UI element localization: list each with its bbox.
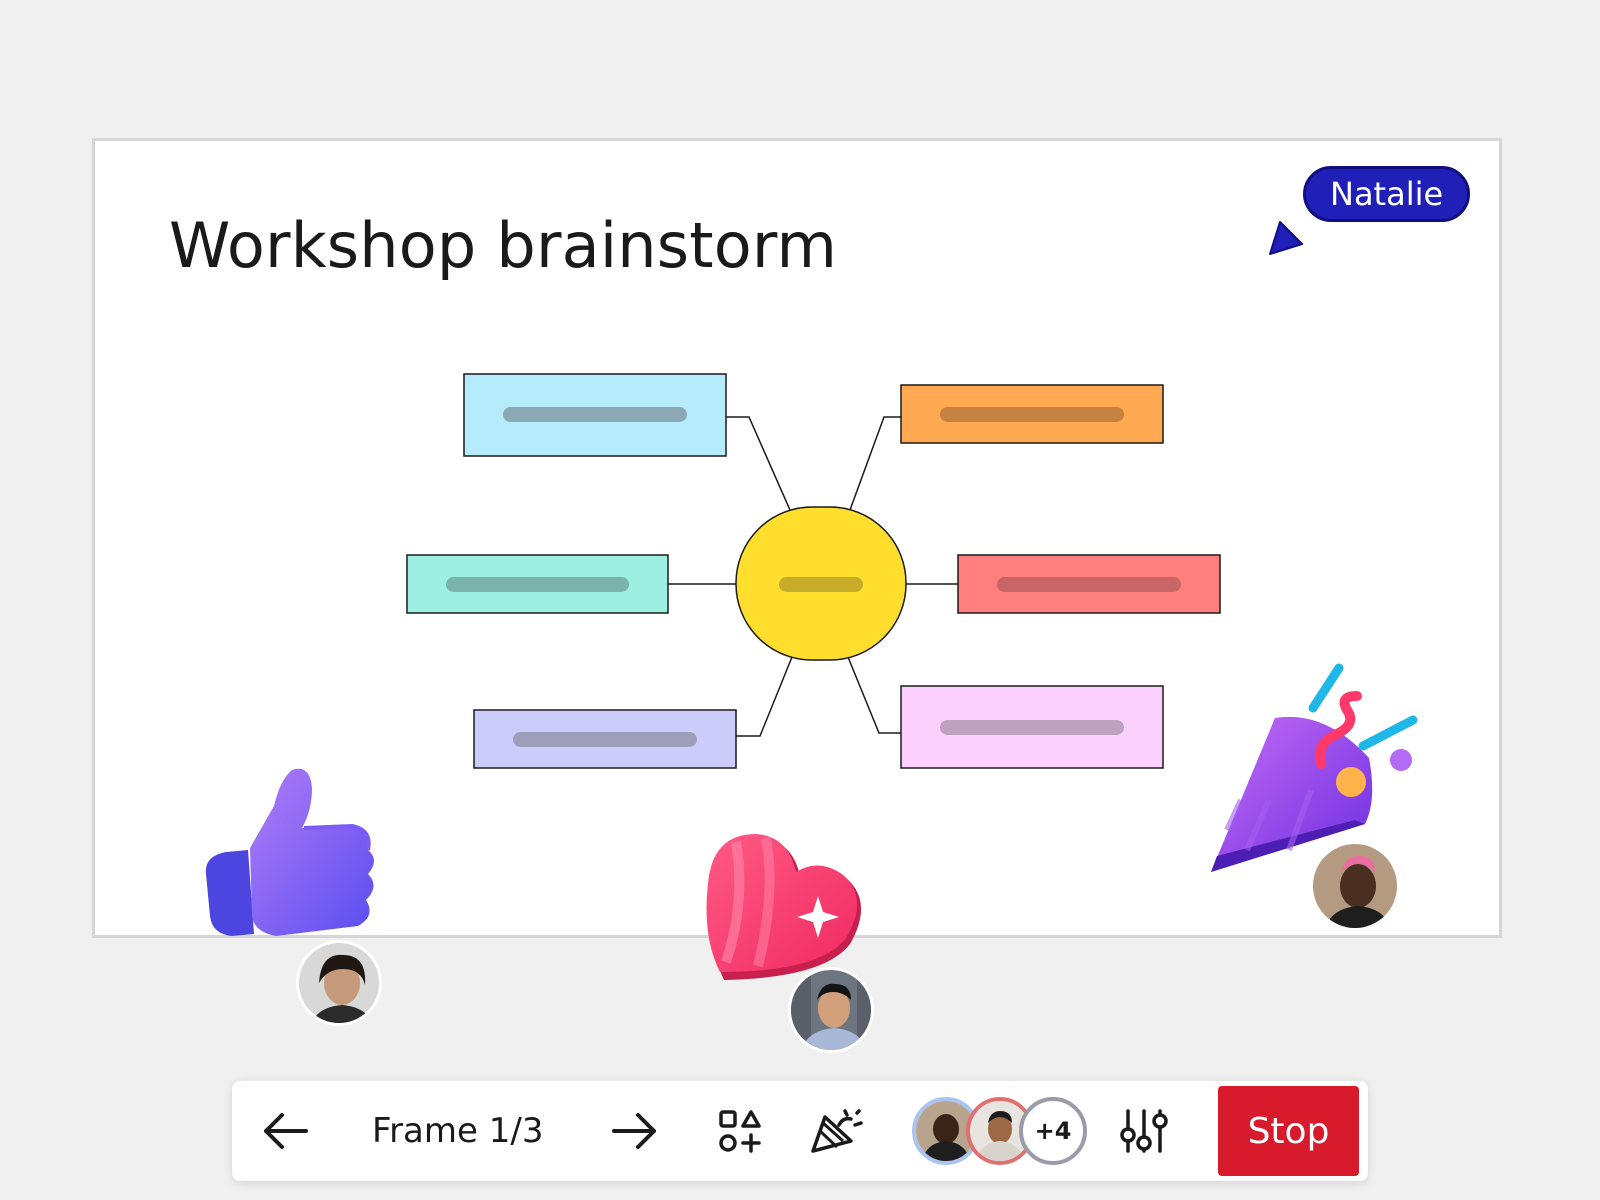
next-frame-button[interactable] bbox=[602, 1081, 666, 1181]
connector-line bbox=[847, 656, 901, 734]
cursor-arrow-icon bbox=[1269, 221, 1303, 255]
avatar bbox=[296, 940, 382, 1026]
arrow-left-icon bbox=[264, 1113, 308, 1149]
thumbs-up-icon bbox=[205, 768, 374, 936]
shapes-button[interactable] bbox=[708, 1081, 772, 1181]
connector-line bbox=[726, 416, 791, 511]
mind-map-node[interactable] bbox=[473, 709, 737, 769]
mind-map-node[interactable] bbox=[900, 384, 1164, 444]
arrow-right-icon bbox=[612, 1113, 656, 1149]
heart-icon bbox=[706, 834, 862, 980]
party-popper-icon bbox=[1211, 663, 1418, 872]
collaborator-cursor-label: Natalie bbox=[1303, 166, 1471, 222]
previous-frame-button[interactable] bbox=[254, 1081, 318, 1181]
mind-map-center-node[interactable] bbox=[735, 506, 907, 661]
connector-line bbox=[736, 656, 793, 737]
sliders-icon bbox=[1120, 1109, 1168, 1153]
stop-presenting-button[interactable]: Stop bbox=[1218, 1086, 1359, 1176]
connector-line bbox=[849, 416, 901, 511]
reactions-button[interactable] bbox=[802, 1081, 872, 1181]
shapes-icon bbox=[719, 1110, 761, 1153]
mind-map-node[interactable] bbox=[957, 554, 1221, 614]
settings-button[interactable] bbox=[1112, 1081, 1176, 1181]
frame-counter: Frame 1/3 bbox=[372, 1111, 544, 1151]
presentation-toolbar: Frame 1/3 +4 Stop bbox=[232, 1081, 1368, 1181]
mind-map-node[interactable] bbox=[406, 554, 669, 614]
party-popper-icon bbox=[811, 1109, 863, 1153]
more-participants-badge[interactable]: +4 bbox=[1019, 1097, 1087, 1165]
avatar bbox=[1310, 841, 1400, 931]
mind-map-node[interactable] bbox=[900, 685, 1164, 769]
mind-map-node[interactable] bbox=[463, 373, 727, 457]
avatar bbox=[788, 967, 874, 1053]
